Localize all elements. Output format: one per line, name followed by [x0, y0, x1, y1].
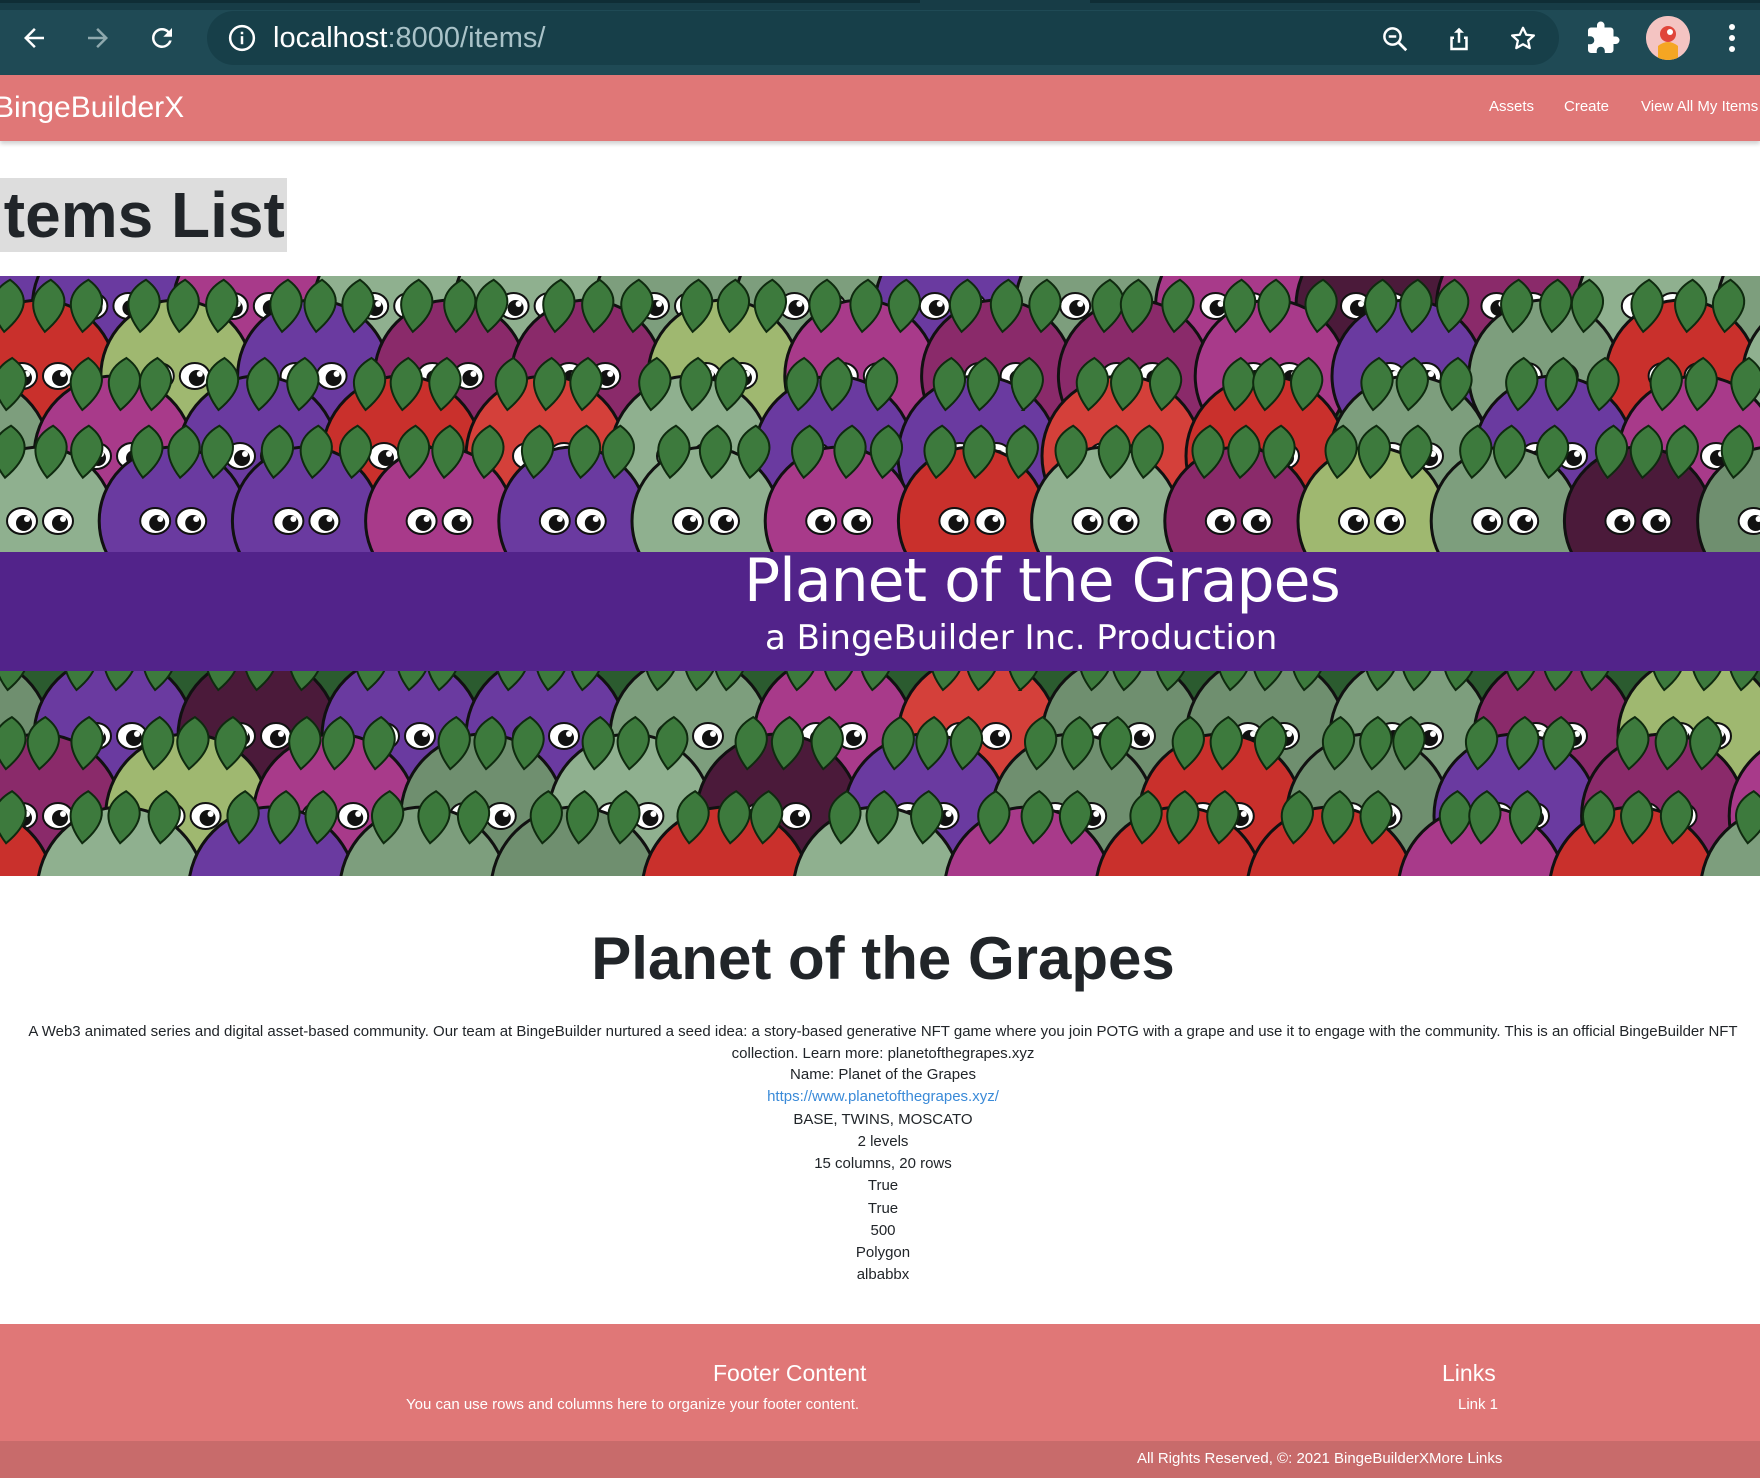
nav-link-view-all-my-items[interactable]: View All My Items	[1641, 98, 1758, 115]
info-icon[interactable]	[227, 23, 257, 53]
item-owner: albabbx	[856, 1266, 910, 1283]
item-chain: Polygon	[855, 1244, 911, 1261]
footer-copyright-bar: All Rights Reserved, ©: 2021 BingeBuilde…	[0, 1441, 1760, 1478]
footer-content-text: You can use rows and columns here to org…	[406, 1396, 860, 1413]
footer-copyright: All Rights Reserved, ©: 2021 BingeBuilde…	[1137, 1450, 1503, 1467]
url-host: localhost	[273, 22, 388, 54]
item-supply: 500	[870, 1222, 896, 1239]
item-flag-2: True	[867, 1200, 899, 1217]
site-navbar: BingeBuilderX Assets Create View All My …	[0, 75, 1760, 141]
url-path: :8000/items/	[387, 22, 546, 54]
item-name: Name: Planet of the Grapes	[790, 1066, 976, 1083]
nav-link-assets[interactable]: Assets	[1489, 98, 1534, 115]
item-traits: BASE, TWINS, MOSCATO	[793, 1111, 973, 1128]
browser-toolbar: localhost:8000/items/	[0, 0, 1760, 75]
bookmark-button[interactable]	[1505, 21, 1541, 57]
item-title: Planet of the Grapes	[591, 925, 1175, 992]
address-bar[interactable]: localhost:8000/items/	[207, 11, 1559, 65]
reload-button[interactable]	[142, 18, 182, 58]
inactive-tab-edge	[1090, 0, 1760, 3]
footer-link-1[interactable]: Link 1	[1458, 1396, 1498, 1413]
extensions-puzzle-icon[interactable]	[1585, 20, 1621, 56]
page-title: Items List	[0, 178, 287, 252]
zoom-button[interactable]	[1377, 21, 1413, 57]
url-text[interactable]: localhost:8000/items/	[273, 21, 545, 55]
bookmark-star-icon	[1511, 26, 1535, 50]
item-description: A Web3 animated series and digital asset…	[28, 1023, 1738, 1062]
zoom-icon	[1383, 27, 1408, 52]
kebab-menu-icon[interactable]	[1718, 18, 1746, 58]
profile-avatar-icon[interactable]	[1646, 16, 1690, 60]
forward-button[interactable]	[78, 18, 118, 58]
item-link-row: https://www.planetofthegrapes.xyz/	[0, 1086, 1760, 1108]
banner-subtitle: a BingeBuilder Inc. Production	[765, 618, 1278, 658]
footer-content-heading: Footer Content	[713, 1360, 867, 1386]
banner-title: Planet of the Grapes	[744, 546, 1341, 616]
nav-link-create[interactable]: Create	[1564, 98, 1609, 115]
footer-links-heading: Links	[1442, 1360, 1496, 1386]
forward-arrow-icon	[88, 28, 108, 48]
item-website-link[interactable]: https://www.planetofthegrapes.xyz/	[767, 1088, 999, 1105]
share-button[interactable]	[1441, 21, 1477, 57]
reload-icon	[152, 27, 172, 48]
active-tab-edge	[0, 0, 920, 3]
brand-logo-link[interactable]: BingeBuilderX	[0, 91, 184, 125]
item-grid-size: 15 columns, 20 rows	[814, 1155, 952, 1172]
item-flag-1: True	[867, 1177, 899, 1194]
back-arrow-icon	[24, 28, 44, 48]
item-levels: 2 levels	[857, 1133, 909, 1150]
site-footer: Footer Content You can use rows and colu…	[0, 1324, 1760, 1441]
back-button[interactable]	[14, 18, 54, 58]
share-icon	[1450, 27, 1468, 51]
collection-banner-image: Planet of the Grapes a BingeBuilder Inc.…	[0, 276, 1760, 876]
